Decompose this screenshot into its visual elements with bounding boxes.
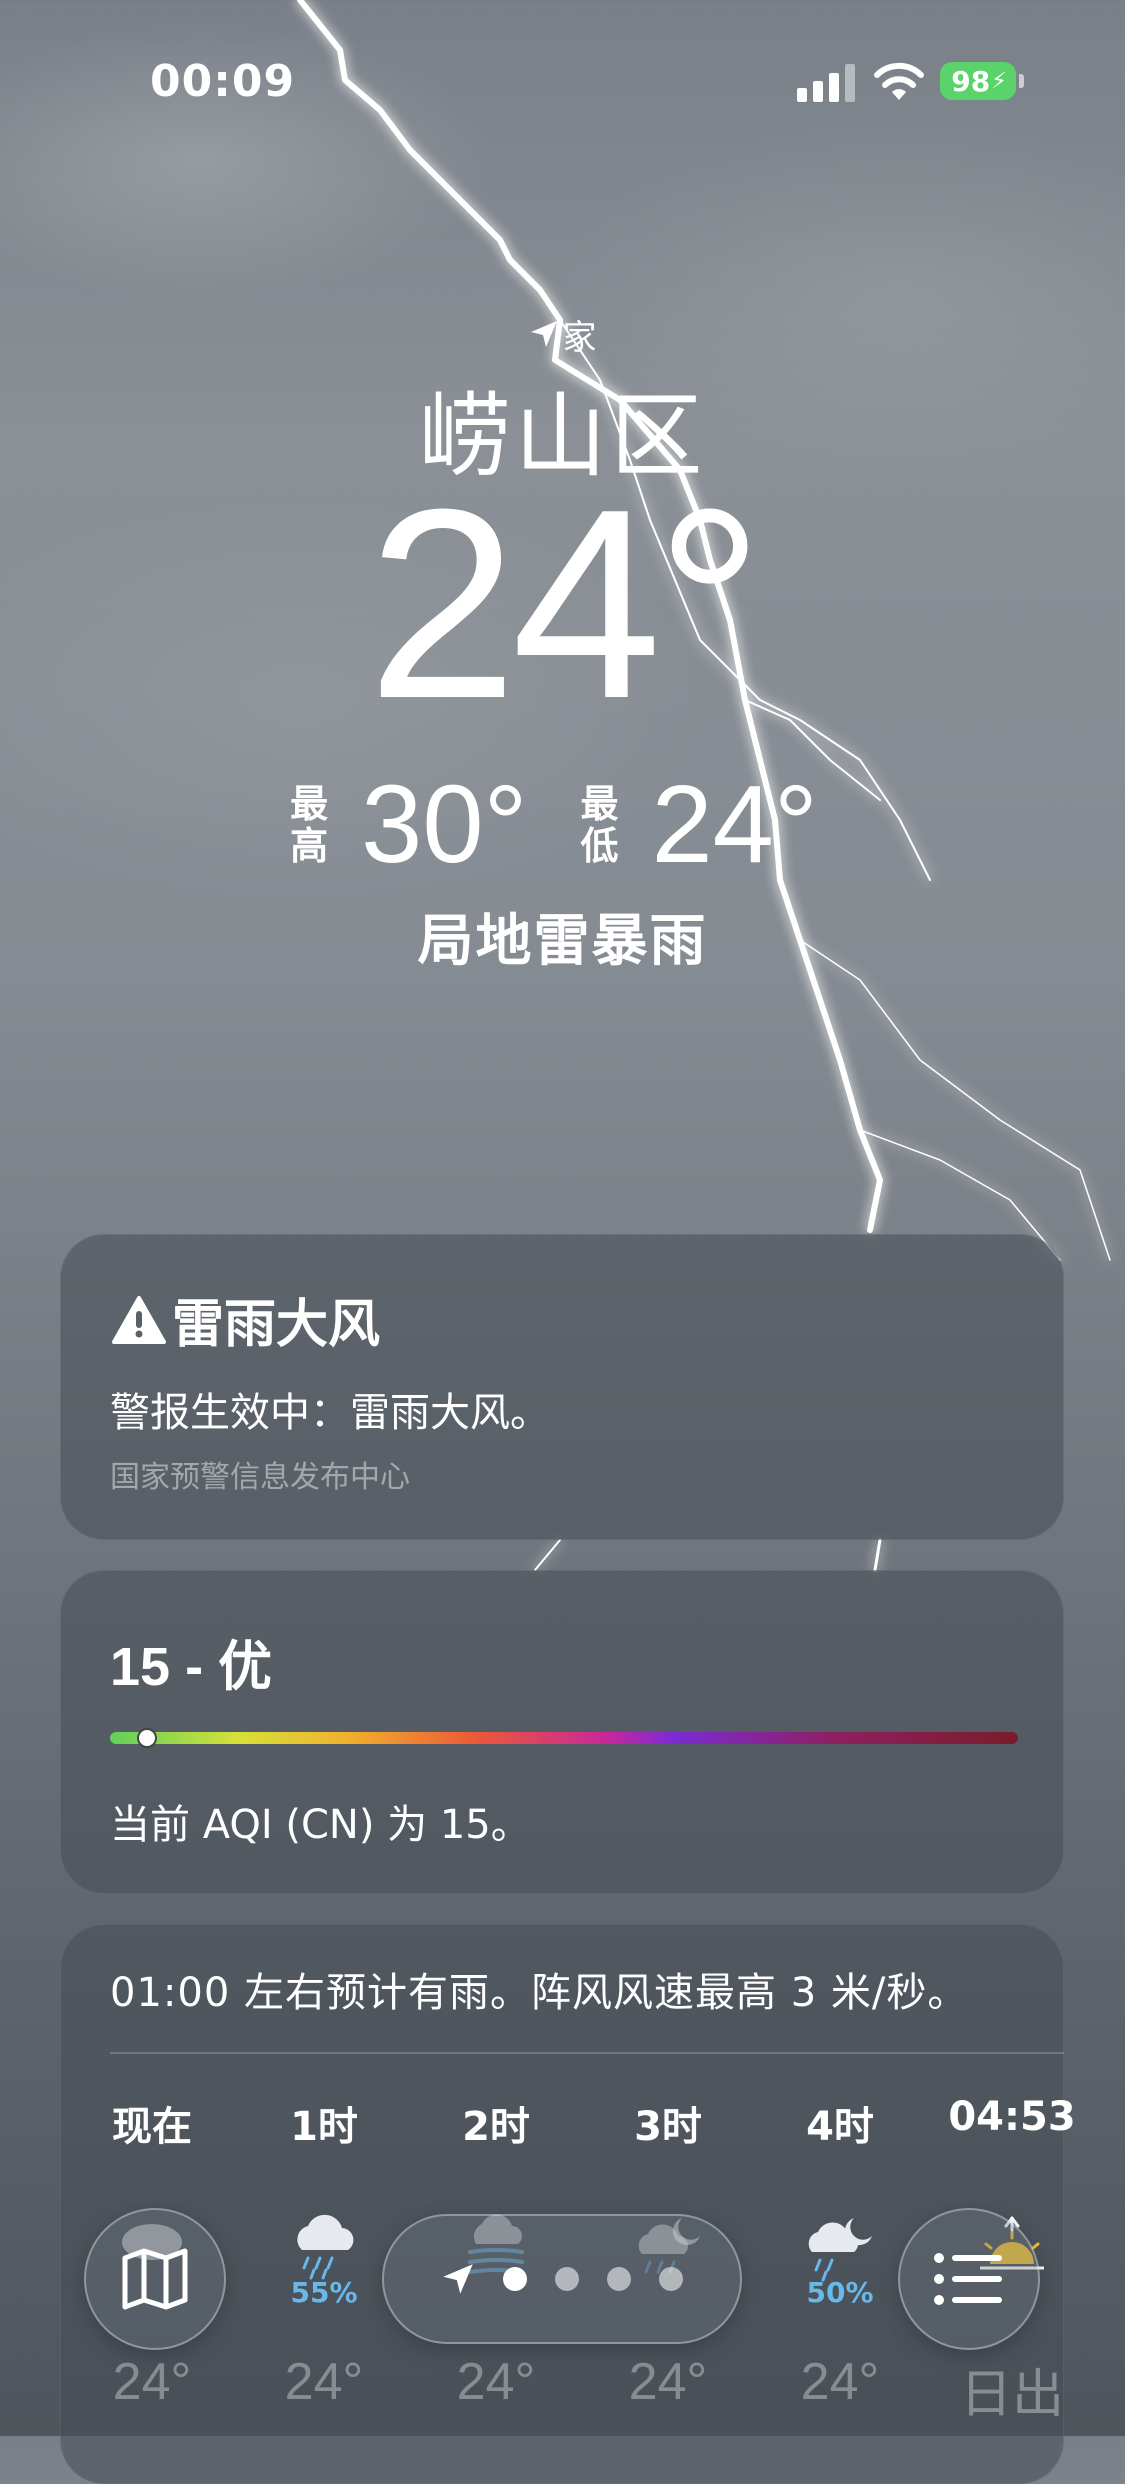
high-label: 最高 [290, 782, 329, 868]
hourly-summary: 01:00 左右预计有雨。阵风风速最高 3 米/秒。 [110, 1970, 969, 2016]
hour-label: 04:53 [948, 2094, 1076, 2140]
map-button[interactable] [84, 2208, 226, 2350]
cellular-signal-icon [797, 64, 855, 102]
hour-item: 04:53 日出 [932, 2094, 1092, 2424]
hour-label: 2时 [462, 2104, 530, 2150]
hour-label: 现在 [112, 2104, 192, 2150]
condition-text: 局地雷暴雨 [417, 909, 708, 974]
location-name: 家 [562, 318, 597, 358]
page-dot[interactable] [607, 2267, 631, 2291]
list-icon [934, 2253, 1002, 2305]
hour-item: 现在 24° [72, 2094, 232, 2411]
alert-source: 国家预警信息发布中心 [110, 1460, 410, 1495]
aqi-scale-bar [110, 1728, 1018, 1748]
page-dot[interactable] [555, 2267, 579, 2291]
hour-label: 4时 [806, 2104, 874, 2150]
aqi-description: 当前 AQI (CN) 为 15。 [110, 1802, 531, 1848]
aqi-indicator-dot [137, 1728, 158, 1748]
hour-label: 1时 [290, 2104, 358, 2150]
location-list-button[interactable] [898, 2208, 1040, 2350]
location-arrow-icon [443, 2264, 473, 2294]
battery-level: 98 [951, 64, 991, 98]
low-temp: 24° [651, 763, 818, 886]
high-temp: 30° [361, 763, 528, 886]
alert-title-row: 雷雨大风 [112, 1282, 380, 1357]
alert-title: 雷雨大风 [172, 1295, 381, 1355]
wifi-icon [874, 62, 924, 100]
page-dot[interactable] [659, 2267, 683, 2291]
high-low-row: 最高 30° 最低 24° [0, 770, 1125, 880]
hour-item: 4时 50% 24° [760, 2094, 920, 2411]
low-label: 最低 [580, 782, 619, 868]
status-bar: 00:09 98 ⚡ [0, 0, 1125, 160]
hour-item: 1时 55% 24° [244, 2094, 404, 2411]
battery-indicator: 98 ⚡ [940, 62, 1024, 100]
map-icon [122, 2248, 188, 2310]
hour-label: 3时 [634, 2104, 702, 2150]
page-indicator[interactable] [382, 2214, 742, 2344]
air-quality-card[interactable]: 15 - 优 当前 AQI (CN) 为 15。 [60, 1570, 1064, 1894]
current-temperature: 24° [367, 454, 763, 755]
aqi-title: 15 - 优 [110, 1637, 273, 1697]
page-dot[interactable] [503, 2267, 527, 2291]
bottom-toolbar [0, 2180, 1125, 2380]
warning-icon [112, 1295, 166, 1344]
divider [110, 2052, 1064, 2054]
charging-bolt-icon: ⚡ [991, 68, 1007, 94]
alert-body: 警报生效中：雷雨大风。 [110, 1390, 550, 1436]
hour-item: 3时 24° [588, 2094, 748, 2411]
location-arrow-icon [529, 318, 559, 358]
hour-item: 2时 24° [416, 2094, 576, 2411]
weather-alert-card[interactable]: 雷雨大风 警报生效中：雷雨大风。 国家预警信息发布中心 [60, 1234, 1064, 1540]
status-time: 00:09 [150, 56, 296, 107]
location-label: 家 [0, 310, 1125, 359]
